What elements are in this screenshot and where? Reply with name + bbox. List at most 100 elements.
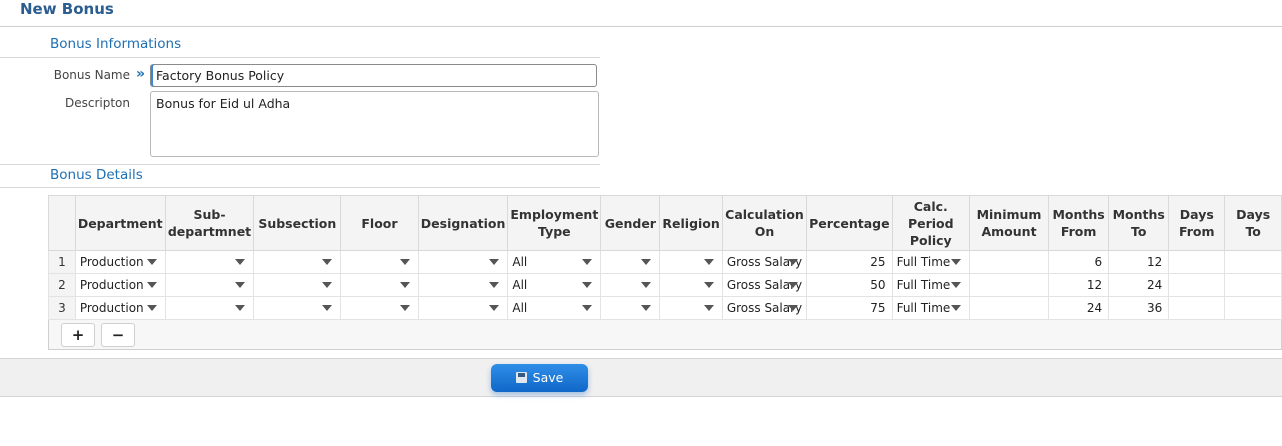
cell-department[interactable]: Production [74,250,166,274]
cell-days-from[interactable] [1168,250,1226,274]
cell-minimum-amount[interactable] [968,273,1050,297]
caret-down-icon[interactable] [235,259,246,265]
cell-religion[interactable] [659,273,723,297]
caret-down-icon[interactable] [146,259,157,265]
cell-minimum-amount[interactable] [968,250,1050,274]
cell-sub-department[interactable] [164,296,255,320]
col-header-floor[interactable]: Floor [340,195,419,251]
caret-down-icon[interactable] [235,282,246,288]
col-header-department[interactable]: Department [74,195,166,251]
cell-department[interactable]: Production [74,296,166,320]
cell-percentage[interactable]: 75 [806,296,893,320]
save-button[interactable]: Save [491,364,588,392]
caret-down-icon[interactable] [322,305,333,311]
cell-employment-type[interactable]: All [507,273,602,297]
cell-designation[interactable] [417,250,509,274]
caret-down-icon[interactable] [703,259,714,265]
cell-department[interactable]: Production [74,273,166,297]
caret-down-icon[interactable] [582,259,593,265]
cell-period-policy[interactable]: Full Time [891,296,970,320]
caret-down-icon[interactable] [489,305,500,311]
cell-gender[interactable] [600,273,661,297]
caret-down-icon[interactable] [235,305,246,311]
caret-down-icon[interactable] [950,259,961,265]
caret-down-icon[interactable] [788,259,799,265]
col-header-minimum-amount[interactable]: Minimum Amount [968,195,1050,251]
cell-subsection[interactable] [253,296,342,320]
cell-percentage[interactable]: 50 [806,273,893,297]
caret-down-icon[interactable] [703,305,714,311]
col-header-months-from[interactable]: Months From [1048,195,1110,251]
cell-designation[interactable] [417,273,509,297]
cell-days-from[interactable] [1168,273,1226,297]
cell-subsection[interactable] [253,273,342,297]
cell-months-to[interactable]: 12 [1108,250,1170,274]
caret-down-icon[interactable] [788,282,799,288]
cell-religion[interactable] [659,250,723,274]
col-header-percentage[interactable]: Percentage [806,195,893,251]
cell-floor[interactable] [340,296,419,320]
caret-down-icon[interactable] [950,282,961,288]
cell-employment-type[interactable]: All [507,296,602,320]
cell-gender[interactable] [600,250,661,274]
cell-designation[interactable] [417,296,509,320]
caret-down-icon[interactable] [788,305,799,311]
cell-months-from[interactable]: 6 [1048,250,1110,274]
cell-period-policy[interactable]: Full Time [891,250,970,274]
col-header-religion[interactable]: Religion [659,195,723,251]
col-header-months-to[interactable]: Months To [1108,195,1170,251]
add-row-button[interactable]: + [61,323,95,347]
remove-row-button[interactable]: − [101,323,135,347]
caret-down-icon[interactable] [641,305,652,311]
cell-period-policy[interactable]: Full Time [891,273,970,297]
caret-down-icon[interactable] [489,282,500,288]
cell-calculation-on[interactable]: Gross Salary [721,296,808,320]
cell-months-to[interactable]: 36 [1108,296,1170,320]
col-header-days-to[interactable]: Days To [1224,195,1282,251]
caret-down-icon[interactable] [489,259,500,265]
bonus-name-input[interactable]: Factory Bonus Policy [150,64,597,87]
cell-days-to[interactable] [1224,273,1282,297]
description-label: Descripton [64,96,130,110]
caret-down-icon[interactable] [703,282,714,288]
cell-employment-type[interactable]: All [507,250,602,274]
cell-months-from[interactable]: 12 [1048,273,1110,297]
caret-down-icon[interactable] [322,259,333,265]
cell-floor[interactable] [340,250,419,274]
cell-months-to[interactable]: 24 [1108,273,1170,297]
caret-down-icon[interactable] [399,305,410,311]
cell-days-to[interactable] [1224,296,1282,320]
caret-down-icon[interactable] [399,282,410,288]
cell-calculation-on[interactable]: Gross Salary [721,250,808,274]
cell-days-from[interactable] [1168,296,1226,320]
caret-down-icon[interactable] [146,305,157,311]
caret-down-icon[interactable] [399,259,410,265]
cell-months-from[interactable]: 24 [1048,296,1110,320]
cell-sub-department[interactable] [164,273,255,297]
cell-calculation-on[interactable]: Gross Salary [721,273,808,297]
col-header-sub-department[interactable]: Sub- departmnet [164,195,255,251]
caret-down-icon[interactable] [322,282,333,288]
caret-down-icon[interactable] [950,305,961,311]
cell-gender[interactable] [600,296,661,320]
col-header-gender[interactable]: Gender [600,195,661,251]
col-header-days-from[interactable]: Days From [1168,195,1226,251]
caret-down-icon[interactable] [641,259,652,265]
description-textarea[interactable]: Bonus for Eid ul Adha [150,91,599,157]
col-header-calculation-on[interactable]: Calculation On [721,195,808,251]
cell-percentage[interactable]: 25 [806,250,893,274]
caret-down-icon[interactable] [582,282,593,288]
cell-floor[interactable] [340,273,419,297]
col-header-period-policy[interactable]: Calc. Period Policy [891,195,970,251]
col-header-subsection[interactable]: Subsection [253,195,342,251]
col-header-employment-type[interactable]: Employment Type [507,195,602,251]
cell-minimum-amount[interactable] [968,296,1050,320]
caret-down-icon[interactable] [641,282,652,288]
cell-sub-department[interactable] [164,250,255,274]
cell-subsection[interactable] [253,250,342,274]
caret-down-icon[interactable] [146,282,157,288]
col-header-designation[interactable]: Designation [417,195,509,251]
caret-down-icon[interactable] [582,305,593,311]
cell-days-to[interactable] [1224,250,1282,274]
cell-religion[interactable] [659,296,723,320]
